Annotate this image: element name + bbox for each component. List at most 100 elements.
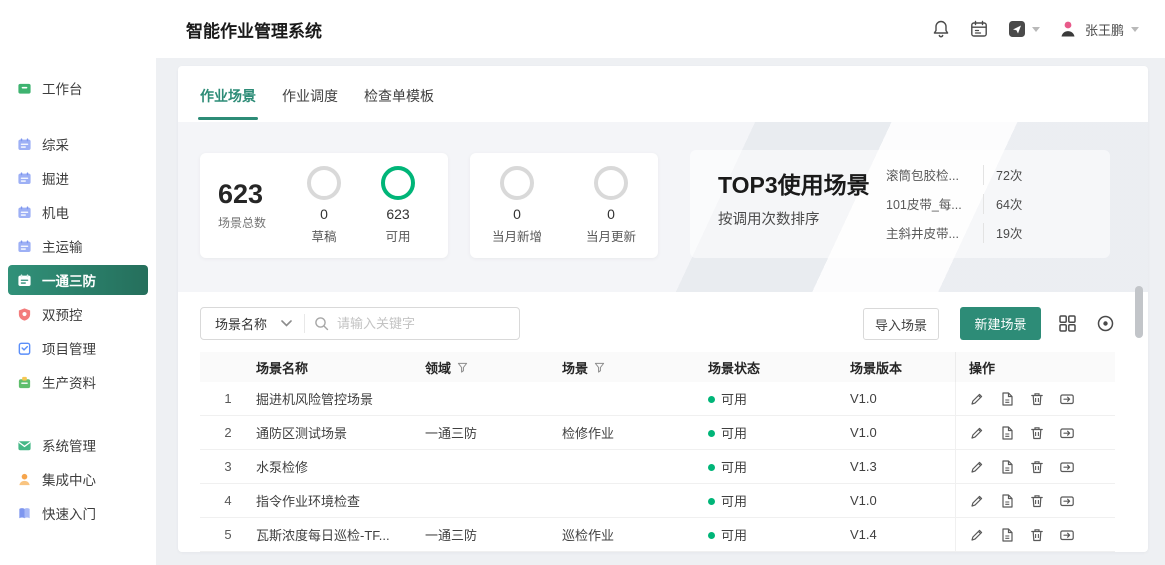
top3-item-count: 72次 [996,165,1022,184]
scene-table: 场景名称 领域 场景 场景状态 场景版本 操作 1 掘进机风险管控场景 可用 V… [200,352,1115,552]
row-domain: 一通三防 [425,525,562,544]
table-row[interactable]: 4 指令作业环境检查 可用 V1.0 [200,484,1115,518]
delete-icon[interactable] [1029,459,1045,475]
sidebar-item-xitong[interactable]: 系统管理 [8,430,148,460]
edit-icon[interactable] [969,425,985,441]
edit-icon[interactable] [969,391,985,407]
app-launcher[interactable] [1007,19,1040,39]
month-new-label: 当月新增 [492,226,542,245]
row-name: 水泵检修 [256,457,425,476]
table-row[interactable]: 3 水泵检修 可用 V1.3 [200,450,1115,484]
available-stat: 623 可用 [366,166,430,245]
search-icon [314,316,329,331]
export-icon[interactable] [1059,527,1075,543]
top3-subtitle: 按调用次数排序 [718,208,820,229]
status-dot [708,464,715,471]
sidebar-item-juejin[interactable]: 掘进 [8,163,148,193]
delete-icon[interactable] [1029,527,1045,543]
row-version: V1.4 [850,527,955,542]
month-update-stat: 0 当月更新 [579,166,643,245]
card-view-icon[interactable] [1058,314,1077,333]
stats-hero: 623 场景总数 0 草稿 623 可用 0 当月新增 [178,122,1148,292]
tab-schedule[interactable]: 作业调度 [282,86,338,120]
shield-icon [17,307,32,322]
sidebar-item-jidian[interactable]: 机电 [8,197,148,227]
sidebar-item-jicheng[interactable]: 集成中心 [8,464,148,494]
search-input[interactable] [337,316,519,331]
row-index: 5 [200,527,256,542]
sidebar-item-label: 工作台 [42,78,83,98]
row-scene: 巡检作业 [562,525,708,544]
calendar-icon[interactable] [969,19,989,39]
sidebar-item-kuaisu[interactable]: 快速入门 [8,498,148,528]
tab-scene[interactable]: 作业场景 [200,86,256,120]
export-icon[interactable] [1059,459,1075,475]
sidebar: 工作台 综采 掘进 机电 主运输 一通三防 双预控 项目管理 生产资料 系统管理… [0,0,156,565]
top3-item-name: 滚筒包胶检... [886,165,977,184]
status-dot [708,396,715,403]
user-menu[interactable]: 张王鹏 [1058,19,1139,39]
copy-doc-icon[interactable] [999,493,1015,509]
edit-icon[interactable] [969,459,985,475]
row-name: 通防区测试场景 [256,423,425,442]
status-text: 可用 [721,426,747,441]
vertical-scrollbar[interactable] [1135,286,1143,338]
divider [983,165,984,185]
sidebar-item-zhuyunshu[interactable]: 主运输 [8,231,148,261]
sidebar-item-xiangmu[interactable]: 项目管理 [8,333,148,363]
divider [983,223,984,243]
copy-doc-icon[interactable] [999,425,1015,441]
available-value: 623 [386,206,409,222]
clipboard-icon [17,341,32,356]
row-index: 3 [200,459,256,474]
row-version: V1.3 [850,459,955,474]
month-new-stat: 0 当月新增 [485,166,549,245]
delete-icon[interactable] [1029,391,1045,407]
sidebar-item-shengchan[interactable]: 生产资料 [8,367,148,397]
export-icon[interactable] [1059,391,1075,407]
integration-icon [17,472,32,487]
copy-doc-icon[interactable] [999,527,1015,543]
delete-icon[interactable] [1029,493,1045,509]
user-name: 张王鹏 [1085,20,1124,39]
sidebar-item-label: 项目管理 [42,338,96,358]
row-name: 指令作业环境检查 [256,491,425,510]
table-row[interactable]: 5 瓦斯浓度每日巡检-TF... 一通三防 巡检作业 可用 V1.4 [200,518,1115,552]
top3-item-name: 101皮带_每... [886,194,977,213]
system-icon [17,438,32,453]
filter-icon[interactable] [594,362,605,373]
settings-target-icon[interactable] [1096,314,1115,333]
filter-icon[interactable] [457,362,468,373]
avatar [1058,19,1078,39]
sidebar-item-workbench[interactable]: 工作台 [8,73,148,103]
sidebar-item-label: 集成中心 [42,469,96,489]
status-dot [708,532,715,539]
copy-doc-icon[interactable] [999,391,1015,407]
row-index: 2 [200,425,256,440]
table-row[interactable]: 2 通防区测试场景 一通三防 检修作业 可用 V1.0 [200,416,1115,450]
export-icon[interactable] [1059,493,1075,509]
sidebar-item-label: 机电 [42,202,69,222]
filter-field-select[interactable]: 场景名称 [201,314,304,333]
sidebar-item-label: 生产资料 [42,372,96,392]
top3-item-count: 64次 [996,194,1022,213]
sidebar-item-yitongsanfang[interactable]: 一通三防 [8,265,148,295]
header-version: 场景版本 [850,358,955,377]
import-scene-button[interactable]: 导入场景 [863,308,939,340]
status-text: 可用 [721,528,747,543]
create-scene-button[interactable]: 新建场景 [960,307,1041,340]
edit-icon[interactable] [969,527,985,543]
edit-icon[interactable] [969,493,985,509]
copy-doc-icon[interactable] [999,459,1015,475]
bell-icon[interactable] [931,19,951,39]
delete-icon[interactable] [1029,425,1045,441]
tab-checklist[interactable]: 检查单模板 [364,86,434,120]
sidebar-item-shuangyukong[interactable]: 双预控 [8,299,148,329]
table-row[interactable]: 1 掘进机风险管控场景 可用 V1.0 [200,382,1115,416]
month-stats-card: 0 当月新增 0 当月更新 [470,153,658,258]
draft-label: 草稿 [311,226,336,245]
month-update-ring [594,166,628,200]
header-name: 场景名称 [256,358,425,377]
sidebar-item-zongcai[interactable]: 综采 [8,129,148,159]
export-icon[interactable] [1059,425,1075,441]
